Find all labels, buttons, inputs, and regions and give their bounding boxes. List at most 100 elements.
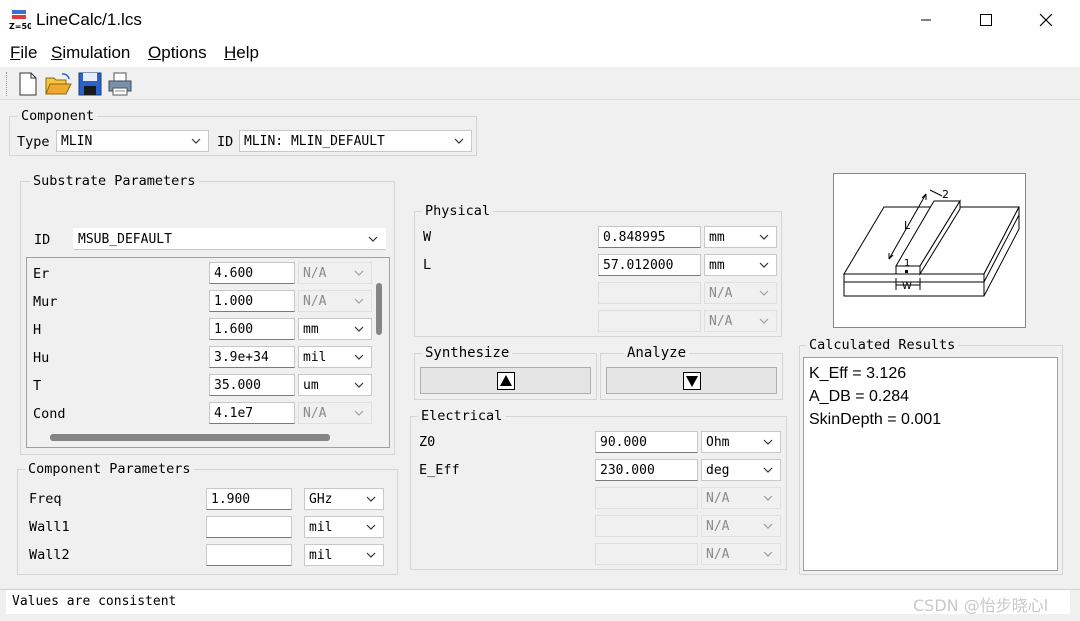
component-id-label: ID (217, 134, 234, 150)
electrical-e_eff-unit-select[interactable]: deg (701, 459, 781, 481)
window-title: LineCalc/1.lcs (36, 10, 142, 29)
chevron-down-icon (354, 410, 364, 416)
chevron-down-icon (366, 496, 376, 502)
microstrip-diagram: L 2 1 W (833, 173, 1026, 328)
chevron-down-icon (763, 467, 773, 473)
vertical-scrollbar[interactable] (374, 258, 389, 430)
electrical-extra-2-value-input[interactable] (595, 487, 698, 509)
results-box: K_Eff = 3.126 A_DB = 0.284 SkinDepth = 0… (803, 357, 1058, 571)
param-wall2-value-input[interactable] (206, 544, 292, 566)
param-wall1-unit-select[interactable]: mil (304, 516, 384, 538)
physical-w-value-input[interactable]: 0.848995 (598, 226, 701, 248)
chevron-down-icon (354, 270, 364, 276)
unit-text: N/A (303, 266, 327, 281)
menu-simulation[interactable]: Simulation (51, 43, 130, 63)
menu-file[interactable]: File (10, 43, 37, 63)
horizontal-scrollbar[interactable] (27, 430, 374, 447)
substrate-mur-input[interactable]: 1.000 (209, 290, 295, 312)
result-a-db: A_DB = 0.284 (809, 388, 910, 405)
toolbar (0, 67, 1080, 100)
svg-text:2: 2 (942, 188, 949, 201)
svg-text:L: L (904, 219, 911, 232)
param-freq-unit-select[interactable]: GHz (304, 488, 384, 510)
electrical-extra-4-value-input[interactable] (595, 543, 698, 565)
substrate-cond-unit-select: N/A (298, 402, 372, 424)
type-label: Type (17, 134, 50, 150)
physical-l-value-input[interactable]: 57.012000 (598, 254, 701, 276)
electrical-extra-4-unit-text: N/A (706, 547, 730, 562)
minimize-button[interactable] (896, 0, 956, 40)
unit-text: mil (303, 350, 327, 365)
chevron-down-icon (354, 382, 364, 388)
substrate-t-unit-select[interactable]: um (298, 374, 372, 396)
unit-text: mm (303, 322, 319, 337)
physical-l-label: L (423, 257, 432, 273)
chevron-down-icon (763, 551, 773, 557)
substrate-param-list[interactable]: Er 4.600 N/A Mur 1.000 N/A H 1.600 mm Hu 3.9e+34 mi… (26, 257, 390, 448)
electrical-z0-unit-select[interactable]: Ohm (701, 431, 781, 453)
menu-options[interactable]: Options (148, 43, 207, 63)
substrate-er-label: Er (33, 266, 50, 282)
substrate-er-input[interactable]: 4.600 (209, 262, 295, 284)
substrate-er-unit-select: N/A (298, 262, 372, 284)
vertical-scroll-thumb[interactable] (376, 283, 382, 335)
physical-extra-3-unit-select: N/A (704, 310, 777, 332)
param-freq-unit-text: GHz (309, 492, 333, 507)
electrical-extra-3-unit-text: N/A (706, 519, 730, 534)
substrate-hu-unit-select[interactable]: mil (298, 346, 372, 368)
chevron-down-icon (191, 138, 201, 144)
synthesize-button[interactable] (420, 367, 591, 394)
substrate-hu-input[interactable]: 3.9e+34 (209, 346, 295, 368)
unit-text: N/A (303, 294, 327, 309)
chevron-down-icon (763, 523, 773, 529)
print-icon[interactable] (106, 70, 134, 98)
param-wall2-unit-text: mil (309, 548, 333, 563)
maximize-button[interactable] (956, 0, 1016, 40)
electrical-extra-3-value-input[interactable] (595, 515, 698, 537)
physical-w-unit-select[interactable]: mm (704, 226, 777, 248)
substrate-id-select[interactable]: MSUB_DEFAULT (73, 228, 386, 250)
physical-extra-2-value-input[interactable] (598, 282, 701, 304)
type-select[interactable]: MLIN (56, 130, 209, 152)
result-k-eff: K_Eff = 3.126 (809, 365, 907, 382)
substrate-h-unit-select[interactable]: mm (298, 318, 372, 340)
param-wall1-value-input[interactable] (206, 516, 292, 538)
substrate-id-label: ID (34, 232, 51, 248)
component-id-select[interactable]: MLIN: MLIN_DEFAULT (239, 130, 472, 152)
new-file-icon[interactable] (14, 70, 42, 98)
results-group-label: Calculated Results (806, 337, 959, 353)
electrical-group-label: Electrical (418, 408, 506, 424)
physical-extra-3-value-input[interactable] (598, 310, 701, 332)
physical-w-label: W (423, 229, 432, 245)
substrate-h-input[interactable]: 1.600 (209, 318, 295, 340)
physical-l-unit-select[interactable]: mm (704, 254, 777, 276)
analyze-button[interactable] (606, 367, 777, 394)
close-button[interactable] (1016, 0, 1076, 40)
close-icon (1039, 13, 1053, 27)
chevron-down-icon (759, 290, 769, 296)
chevron-down-icon (454, 138, 464, 144)
open-folder-icon[interactable] (44, 70, 72, 98)
chevron-down-icon (354, 326, 364, 332)
param-wall1-unit-text: mil (309, 520, 333, 535)
electrical-extra-3-unit-select: N/A (701, 515, 781, 537)
param-freq-value-input[interactable]: 1.900 (206, 488, 292, 510)
horizontal-scroll-thumb[interactable] (50, 434, 330, 441)
electrical-z0-unit-text: Ohm (706, 435, 730, 450)
substrate-t-input[interactable]: 35.000 (209, 374, 295, 396)
electrical-e_eff-value-input[interactable]: 230.000 (595, 459, 698, 481)
chevron-down-icon (759, 234, 769, 240)
chevron-down-icon (759, 262, 769, 268)
save-icon[interactable] (76, 70, 104, 98)
electrical-z0-value-input[interactable]: 90.000 (595, 431, 698, 453)
component-params-group-label: Component Parameters (25, 461, 194, 477)
param-wall2-label: Wall2 (29, 547, 70, 563)
result-skin-depth: SkinDepth = 0.001 (809, 411, 942, 428)
menu-help[interactable]: Help (224, 43, 259, 63)
electrical-z0-label: Z0 (419, 434, 436, 450)
svg-text:W: W (902, 281, 912, 292)
component-group-label: Component (18, 108, 98, 124)
substrate-cond-input[interactable]: 4.1e7 (209, 402, 295, 424)
param-wall2-unit-select[interactable]: mil (304, 544, 384, 566)
synthesize-label: Synthesize (422, 345, 513, 361)
